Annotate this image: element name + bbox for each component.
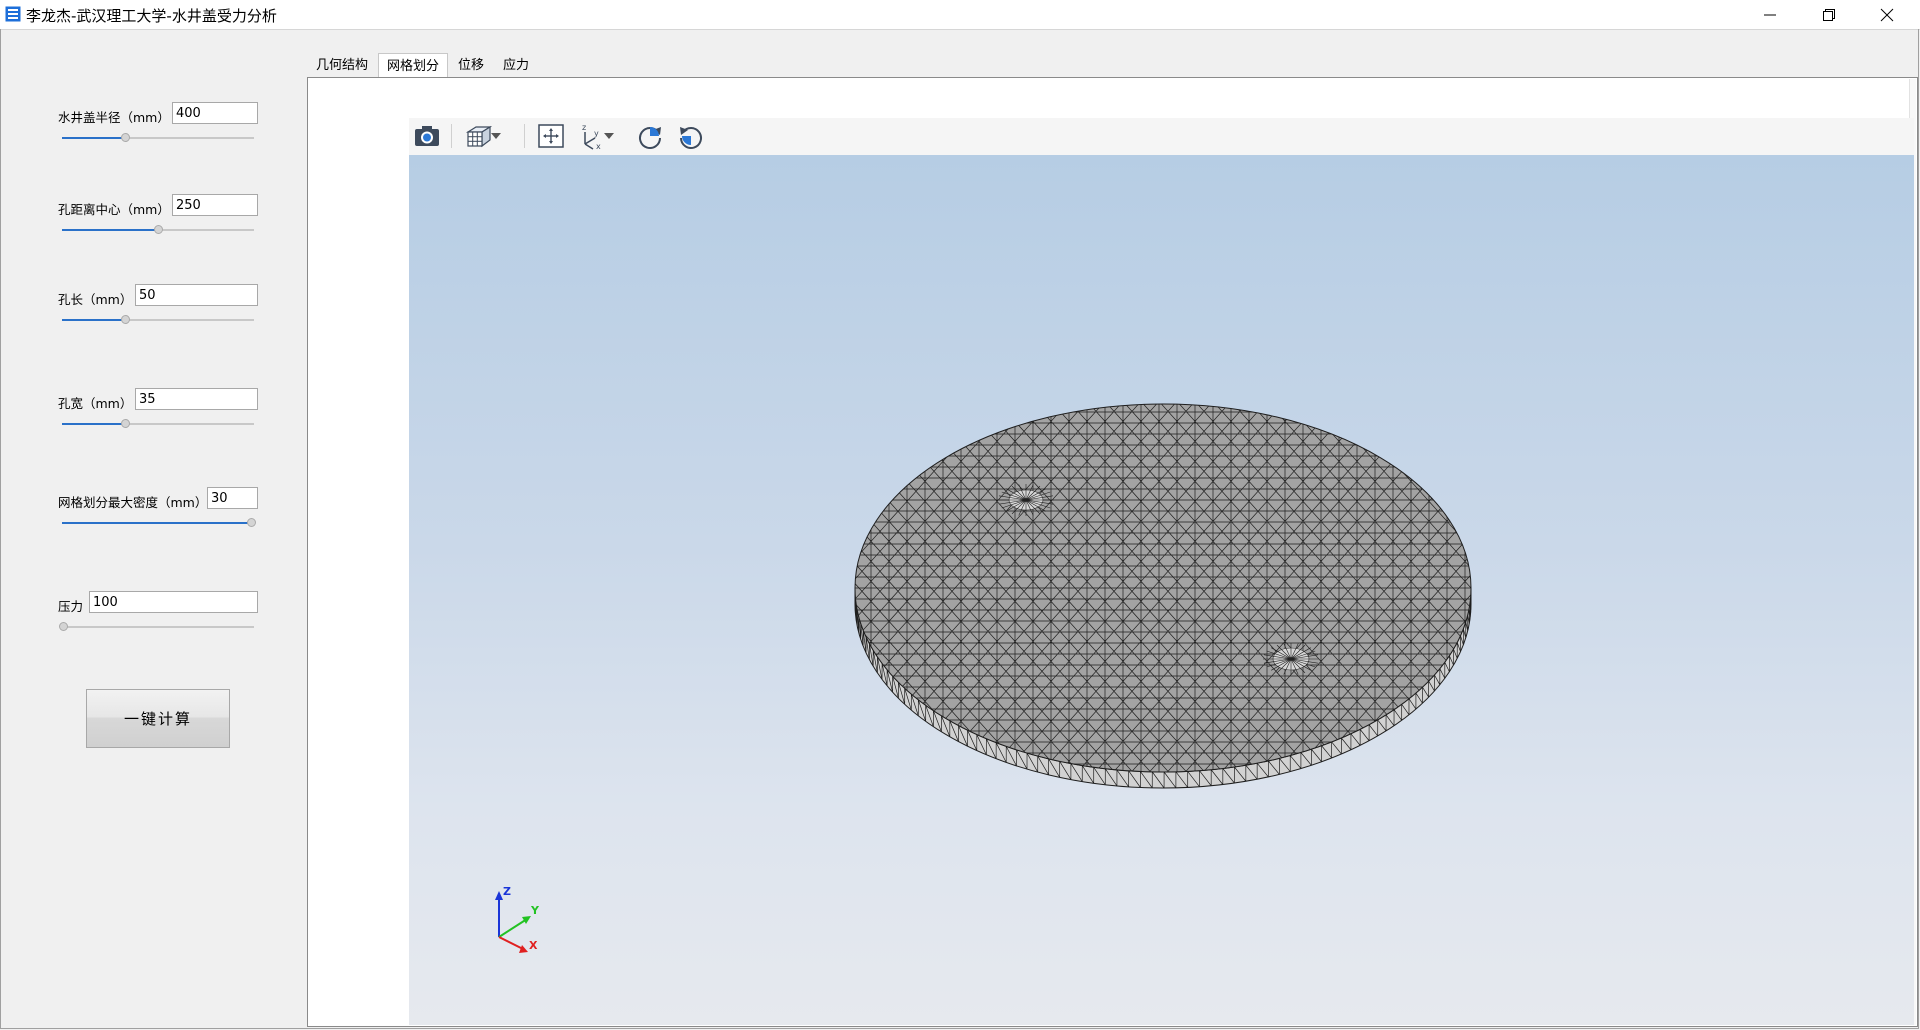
fit-view-button[interactable] — [536, 122, 566, 150]
rotate-ccw-button[interactable] — [676, 122, 706, 150]
hole-refinement-lines — [998, 484, 1054, 516]
view-dropdown[interactable] — [489, 122, 503, 150]
dropdown-arrow-icon — [491, 133, 501, 139]
radius-slider[interactable] — [62, 132, 254, 144]
slider-handle[interactable] — [121, 419, 130, 428]
title-bar: 李龙杰-武汉理工大学-水井盖受力分析 — [0, 0, 1920, 30]
param-hole-distance: 孔距离中心（mm） — [0, 192, 300, 242]
camera-icon — [415, 126, 439, 146]
calculate-button[interactable]: 一键计算 — [86, 689, 230, 748]
viewer-toolbar: z y x — [409, 118, 1914, 156]
y-label: Y — [530, 904, 540, 917]
mesh-density-slider[interactable] — [62, 517, 256, 529]
param-pressure: 压力 — [0, 589, 300, 639]
slider-fill — [62, 229, 158, 231]
param-radius: 水井盖半径（mm） — [0, 100, 300, 150]
mesh-model[interactable] — [409, 155, 1914, 1025]
orientation-triad: Z Y X — [495, 885, 540, 953]
mesh-density-input[interactable] — [207, 487, 258, 509]
restore-icon — [1823, 9, 1835, 21]
hole-distance-slider[interactable] — [62, 224, 254, 236]
close-icon — [1880, 8, 1894, 22]
minimize-icon — [1764, 14, 1776, 16]
svg-text:z: z — [582, 123, 586, 132]
slider-fill — [62, 423, 125, 425]
mesh-edges — [855, 404, 1471, 772]
param-hole-length: 孔长（mm） — [0, 282, 300, 332]
hole-distance-input[interactable] — [172, 194, 258, 216]
tab-stress[interactable]: 应力 — [494, 53, 538, 78]
app-icon — [5, 6, 21, 22]
axes-icon: z y x — [582, 123, 601, 150]
x-axis — [498, 936, 524, 950]
param-label: 孔长（mm） — [58, 292, 133, 307]
slider-handle[interactable] — [247, 518, 256, 527]
param-label: 压力 — [58, 599, 84, 614]
hole-width-input[interactable] — [135, 388, 258, 410]
rotate-cw-button[interactable] — [635, 122, 665, 150]
z-label: Z — [503, 885, 511, 898]
rotate-ccw-icon — [680, 127, 702, 149]
hole-length-slider[interactable] — [62, 314, 254, 326]
toolbar-separator — [451, 124, 452, 148]
rotate-cw-icon — [639, 127, 661, 149]
x-label: X — [529, 939, 538, 952]
toolbar-separator — [524, 124, 525, 148]
pressure-slider[interactable] — [59, 621, 254, 633]
y-axis — [498, 918, 528, 938]
slider-fill — [62, 319, 125, 321]
slider-handle[interactable] — [121, 315, 130, 324]
window-title: 李龙杰-武汉理工大学-水井盖受力分析 — [26, 7, 277, 25]
tab-mesh[interactable]: 网格划分 — [378, 53, 448, 79]
radius-input[interactable] — [172, 102, 258, 124]
slider-handle[interactable] — [154, 225, 163, 234]
tab-geometry[interactable]: 几何结构 — [307, 53, 377, 78]
3d-viewport[interactable]: Z Y X — [409, 155, 1914, 1025]
slider-handle[interactable] — [121, 133, 130, 142]
param-label: 水井盖半径（mm） — [58, 110, 170, 125]
restore-button[interactable] — [1800, 0, 1858, 29]
view-cube-icon — [465, 125, 492, 148]
fit-view-icon — [538, 124, 564, 148]
slider-fill — [62, 522, 251, 524]
param-hole-width: 孔宽（mm） — [0, 386, 300, 436]
param-label: 网格划分最大密度（mm） — [58, 495, 208, 510]
slider-handle[interactable] — [59, 622, 68, 631]
minimize-button[interactable] — [1741, 0, 1799, 29]
mesh-grid-lines — [855, 404, 1471, 772]
screenshot-button[interactable] — [412, 122, 442, 150]
y-arrow — [522, 916, 531, 924]
x-arrow — [519, 945, 528, 953]
slider-groove — [62, 626, 254, 628]
param-label: 孔宽（mm） — [58, 396, 133, 411]
z-arrow — [495, 891, 503, 900]
tab-displacement[interactable]: 位移 — [449, 53, 493, 78]
axes-dropdown[interactable] — [602, 122, 616, 150]
dropdown-arrow-icon — [604, 133, 614, 139]
svg-text:y: y — [594, 129, 599, 138]
slider-fill — [62, 137, 125, 139]
param-mesh-density: 网格划分最大密度（mm） — [0, 485, 300, 535]
pressure-input[interactable] — [89, 591, 258, 613]
hole-length-input[interactable] — [135, 284, 258, 306]
hole-width-slider[interactable] — [62, 418, 254, 430]
hole-refinement-lines — [1263, 643, 1319, 675]
param-label: 孔距离中心（mm） — [58, 202, 170, 217]
svg-text:x: x — [596, 142, 601, 150]
close-button[interactable] — [1858, 0, 1916, 29]
